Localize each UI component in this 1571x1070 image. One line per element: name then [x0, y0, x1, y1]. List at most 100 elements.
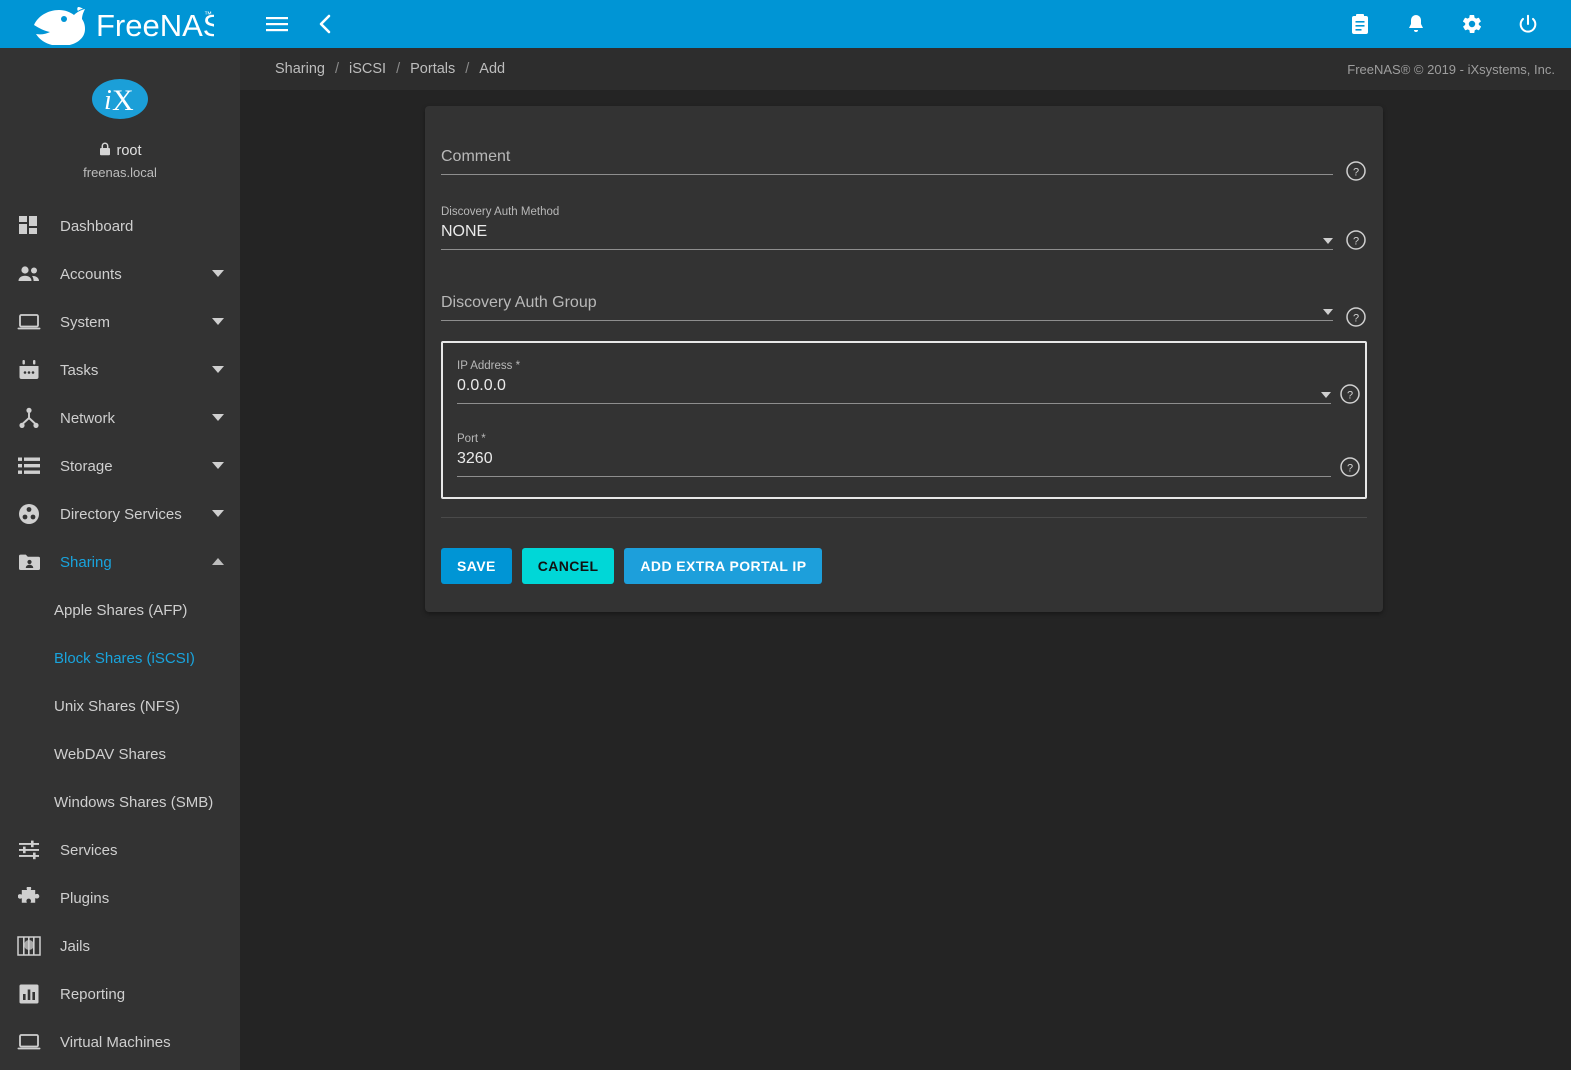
- chevron-down-icon[interactable]: [210, 318, 226, 326]
- discovery-auth-method-select[interactable]: NONE: [441, 221, 1333, 243]
- help-circle-icon[interactable]: ?: [1339, 383, 1361, 405]
- jails-icon: [14, 935, 44, 957]
- sidebar-subitem-apple-shares-afp[interactable]: Apple Shares (AFP): [0, 586, 240, 634]
- tasks-clipboard-icon[interactable]: [1345, 9, 1375, 39]
- sidebar-item-storage[interactable]: Storage: [0, 442, 240, 490]
- power-icon[interactable]: [1513, 9, 1543, 39]
- sidebar-subitem-label: Unix Shares (NFS): [54, 697, 180, 715]
- sidebar-subitem-unix-shares-nfs[interactable]: Unix Shares (NFS): [0, 682, 240, 730]
- breadcrumb-item-0[interactable]: Sharing: [272, 61, 328, 77]
- sidebar-item-jails[interactable]: Jails: [0, 922, 240, 970]
- chevron-down-icon[interactable]: [210, 270, 226, 278]
- sharing-folder-icon: [14, 553, 44, 571]
- tasks-calendar-icon: [14, 359, 44, 381]
- breadcrumb-bar: Sharing / iSCSI / Portals / Add FreeNAS®…: [240, 48, 1571, 90]
- notifications-bell-icon[interactable]: [1401, 9, 1431, 39]
- chevron-up-icon[interactable]: [210, 558, 226, 566]
- sidebar-subitem-windows-shares-smb[interactable]: Windows Shares (SMB): [0, 778, 240, 826]
- breadcrumb: Sharing / iSCSI / Portals / Add: [272, 61, 508, 77]
- cancel-button[interactable]: CANCEL: [521, 548, 615, 584]
- sidebar-item-label: System: [60, 313, 111, 331]
- sidebar-item-plugins[interactable]: Plugins: [0, 874, 240, 922]
- copyright-text: FreeNAS® © 2019 - iXsystems, Inc.: [1347, 61, 1555, 77]
- chevron-down-icon[interactable]: [210, 366, 226, 374]
- sidebar-subitem-block-shares-iscsi[interactable]: Block Shares (iSCSI): [0, 634, 240, 682]
- port-input[interactable]: 3260: [457, 448, 1331, 470]
- freenas-logo[interactable]: FreeNAS ™: [0, 0, 240, 48]
- sidebar-item-label: Tasks: [60, 361, 99, 379]
- sidebar-item-label: Virtual Machines: [60, 1033, 171, 1051]
- field-port: Port * 3260 ?: [457, 418, 1360, 483]
- chevron-down-icon[interactable]: [1323, 309, 1333, 315]
- sidebar-item-reporting[interactable]: Reporting: [0, 970, 240, 1018]
- network-share-icon: [14, 407, 44, 429]
- settings-gear-icon[interactable]: [1457, 9, 1487, 39]
- main-content: Comment ? Discovery Auth Method NONE ? D…: [240, 90, 1571, 1070]
- plugins-puzzle-icon: [14, 887, 44, 909]
- breadcrumb-separator: /: [465, 61, 470, 77]
- chevron-down-icon[interactable]: [1323, 238, 1333, 244]
- sidebar-item-label: Reporting: [60, 985, 126, 1003]
- sidebar-item-label: Services: [60, 841, 118, 859]
- user-panel: i X root freenas.local: [0, 48, 240, 194]
- help-circle-icon[interactable]: ?: [1345, 160, 1367, 182]
- svg-text:?: ?: [1353, 313, 1359, 325]
- breadcrumb-item-3: Add: [479, 61, 506, 77]
- field-underline: [441, 320, 1333, 321]
- discovery-auth-group-select[interactable]: Discovery Auth Group: [441, 292, 1333, 314]
- chevron-left-icon[interactable]: [310, 9, 340, 39]
- sidebar-item-label: Directory Services: [60, 505, 182, 523]
- hamburger-menu-icon[interactable]: [262, 9, 292, 39]
- chevron-down-icon[interactable]: [1321, 392, 1331, 398]
- form-body: Comment ? Discovery Auth Method NONE ? D…: [425, 106, 1383, 526]
- chevron-down-icon[interactable]: [210, 462, 226, 470]
- sidebar-item-label: Storage: [60, 457, 113, 475]
- sidebar-item-label: Plugins: [60, 889, 110, 907]
- help-circle-icon[interactable]: ?: [1345, 229, 1367, 251]
- ip-address-label: IP Address *: [457, 360, 521, 372]
- sidebar-nav: Dashboard Accounts System Tasks Network …: [0, 194, 240, 1066]
- sidebar-item-system[interactable]: System: [0, 298, 240, 346]
- form-actions: SAVE CANCEL ADD EXTRA PORTAL IP: [425, 526, 1383, 612]
- save-button[interactable]: SAVE: [441, 548, 512, 584]
- field-ip-address: IP Address * 0.0.0.0 ?: [457, 351, 1360, 410]
- field-underline: [457, 476, 1331, 477]
- comment-input[interactable]: Comment: [441, 146, 1333, 168]
- svg-text:™: ™: [204, 10, 212, 19]
- port-label: Port *: [457, 433, 486, 445]
- username-label: root: [116, 143, 142, 159]
- sidebar-item-directory-services[interactable]: Directory Services: [0, 490, 240, 538]
- app-root: FreeNAS ™ Sharing / iSCSI / Portals / Ad…: [0, 0, 1571, 1070]
- sidebar-item-sharing[interactable]: Sharing: [0, 538, 240, 586]
- breadcrumb-item-1[interactable]: iSCSI: [346, 61, 389, 77]
- add-extra-portal-ip-button[interactable]: ADD EXTRA PORTAL IP: [624, 548, 823, 584]
- portal-ip-group: IP Address * 0.0.0.0 ? Port * 3260 ?: [441, 341, 1367, 499]
- sidebar-item-accounts[interactable]: Accounts: [0, 250, 240, 298]
- sidebar-subitem-label: Apple Shares (AFP): [54, 601, 188, 619]
- field-underline: [457, 403, 1331, 404]
- sidebar-item-label: Jails: [60, 937, 91, 955]
- sidebar-subitem-label: Windows Shares (SMB): [54, 793, 214, 811]
- svg-text:?: ?: [1347, 463, 1353, 475]
- sidebar-item-label: Accounts: [60, 265, 122, 283]
- lock-icon: [99, 142, 111, 160]
- sidebar-item-network[interactable]: Network: [0, 394, 240, 442]
- sidebar-subitem-webdav-shares[interactable]: WebDAV Shares: [0, 730, 240, 778]
- sidebar-item-services[interactable]: Services: [0, 826, 240, 874]
- sidebar-item-label: Dashboard: [60, 217, 134, 235]
- sidebar-item-virtual-machines[interactable]: Virtual Machines: [0, 1018, 240, 1066]
- ip-address-select[interactable]: 0.0.0.0: [457, 375, 1331, 397]
- breadcrumb-item-2[interactable]: Portals: [407, 61, 458, 77]
- avatar: i X: [91, 70, 149, 128]
- chevron-down-icon[interactable]: [210, 414, 226, 422]
- breadcrumb-separator: /: [334, 61, 340, 77]
- virtual-machines-icon: [14, 1033, 44, 1051]
- sidebar-item-dashboard[interactable]: Dashboard: [0, 202, 240, 250]
- help-circle-icon[interactable]: ?: [1339, 456, 1361, 478]
- top-bar-actions: [1345, 9, 1571, 39]
- chevron-down-icon[interactable]: [210, 510, 226, 518]
- help-circle-icon[interactable]: ?: [1345, 306, 1367, 328]
- sidebar-subitem-label: Block Shares (iSCSI): [54, 649, 195, 667]
- sidebar-item-tasks[interactable]: Tasks: [0, 346, 240, 394]
- system-laptop-icon: [14, 313, 44, 331]
